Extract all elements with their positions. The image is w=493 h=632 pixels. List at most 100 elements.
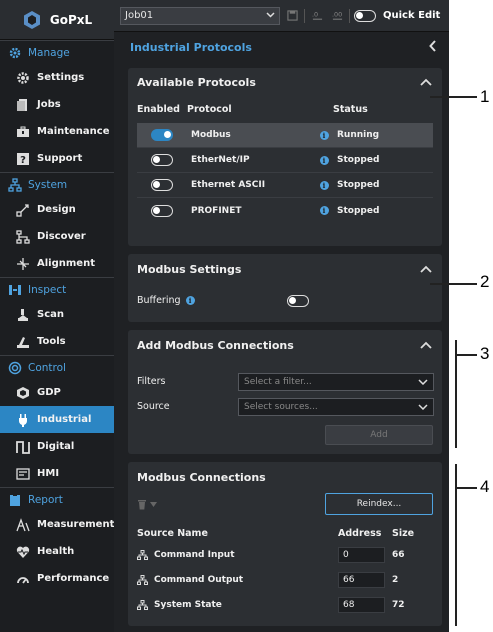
sidebar-item-label: Measurements [37, 519, 121, 530]
hmi-screen-icon [16, 467, 30, 481]
address-input[interactable]: 66 [338, 571, 385, 588]
add-connections-header[interactable]: Add Modbus Connections [128, 330, 442, 360]
info-icon[interactable]: i [319, 130, 329, 140]
industrial-plug-icon [16, 413, 30, 427]
decimal-decrease-icon[interactable]: .0 [309, 8, 325, 24]
source-placeholder: Select sources... [244, 401, 318, 412]
section-control[interactable]: Control [0, 355, 114, 379]
job-select-value: Job01 [125, 10, 154, 21]
sidebar-item-design[interactable]: Design [0, 196, 114, 223]
sidebar-item-label: Settings [37, 72, 85, 83]
table-row[interactable]: Command Output 66 2 [128, 567, 442, 592]
filters-label: Filters [137, 376, 166, 387]
address-input[interactable]: 0 [338, 546, 385, 563]
sidebar-item-measurements[interactable]: Measurements [0, 511, 120, 538]
save-icon[interactable] [284, 8, 300, 24]
enable-toggle[interactable] [151, 154, 173, 166]
toolbar-divider [304, 8, 305, 23]
table-row[interactable]: System State 68 72 [128, 592, 442, 617]
sidebar-item-settings[interactable]: Settings [0, 64, 114, 91]
sidebar-item-scan[interactable]: Scan [0, 301, 114, 328]
protocols-table-header: Enabled Protocol Status [128, 96, 442, 123]
collapse-panel-icon[interactable] [429, 39, 437, 55]
add-button[interactable]: Add [325, 425, 433, 445]
modbus-settings-header[interactable]: Modbus Settings [128, 254, 442, 284]
sidebar-item-industrial[interactable]: Industrial [0, 406, 114, 433]
sidebar-item-label: Design [37, 204, 76, 215]
table-row[interactable]: Modbus i Running [137, 123, 433, 148]
sidebar-item-discover[interactable]: Discover [0, 223, 114, 250]
info-icon[interactable]: i [319, 206, 329, 215]
chevron-up-icon[interactable] [420, 78, 432, 86]
sidebar-item-maintenance[interactable]: Maintenance [0, 118, 114, 145]
info-icon[interactable]: i [319, 155, 329, 165]
app-title: GoPxL [49, 12, 93, 27]
col-enabled: Enabled [137, 104, 180, 115]
health-heart-icon [16, 545, 30, 559]
available-protocols-header[interactable]: Available Protocols [128, 68, 442, 96]
jobs-document-icon [16, 98, 30, 112]
table-row[interactable]: Ethernet ASCII i Stopped [137, 173, 433, 198]
support-help-icon: ? [16, 152, 30, 166]
enable-toggle[interactable] [151, 129, 173, 141]
chevron-up-icon[interactable] [420, 265, 432, 273]
callout-1: 1 [480, 87, 490, 106]
address-input[interactable]: 68 [338, 596, 385, 613]
sidebar-item-performance[interactable]: Performance [0, 565, 114, 592]
size-value: 72 [392, 599, 405, 610]
chevron-up-icon[interactable] [420, 341, 432, 349]
modbus-settings-card: Modbus Settings Buffering i [128, 254, 442, 322]
card-title: Add Modbus Connections [137, 338, 294, 352]
delete-dropdown[interactable] [137, 499, 157, 510]
sidebar-item-label: Alignment [37, 258, 95, 269]
svg-text:.0: .0 [312, 10, 318, 18]
filters-select[interactable]: Select a filter... [238, 372, 434, 391]
sidebar-item-label: HMI [37, 468, 60, 479]
info-icon[interactable]: i [185, 296, 195, 305]
section-system[interactable]: System [0, 172, 114, 196]
system-network-icon [8, 177, 22, 192]
alignment-icon [16, 257, 30, 271]
source-select[interactable]: Select sources... [238, 397, 434, 416]
quick-edit-toggle[interactable] [354, 9, 376, 22]
sidebar: GoPxL Manage Settings Jobs Maintenance ?… [0, 0, 120, 632]
app-logo[interactable]: GoPxL [0, 0, 114, 40]
job-select[interactable]: Job01 [120, 6, 280, 25]
protocol-name: Modbus [191, 130, 231, 140]
tools-icon [16, 335, 30, 349]
connections-table-header: Source Name Address Size [128, 524, 442, 542]
enable-toggle[interactable] [151, 179, 173, 191]
size-value: 2 [392, 574, 399, 585]
sidebar-item-digital[interactable]: Digital [0, 433, 114, 460]
sidebar-item-hmi[interactable]: HMI [0, 460, 114, 487]
info-icon[interactable]: i [319, 180, 329, 190]
callout-3: 3 [480, 344, 490, 363]
table-row[interactable]: Command Input 0 66 [128, 542, 442, 567]
sidebar-item-label: Industrial [37, 414, 92, 425]
section-manage[interactable]: Manage [0, 40, 114, 64]
col-size: Size [392, 527, 415, 539]
source-label: Source [137, 401, 170, 412]
section-inspect[interactable]: Inspect [0, 277, 114, 301]
sidebar-item-health[interactable]: Health [0, 538, 114, 565]
sidebar-item-support[interactable]: ? Support [0, 145, 114, 172]
decimal-increase-icon[interactable]: .00 [329, 8, 345, 24]
network-node-icon [137, 574, 148, 585]
table-row[interactable]: PROFINET i Stopped [137, 198, 433, 223]
protocol-name: EtherNet/IP [191, 155, 250, 165]
network-node-icon [137, 599, 148, 610]
panel-header: Industrial Protocols [114, 32, 449, 62]
buffering-toggle[interactable] [287, 294, 309, 307]
sidebar-item-jobs[interactable]: Jobs [0, 91, 114, 118]
callout-line-1 [430, 96, 477, 98]
sidebar-item-tools[interactable]: Tools [0, 328, 114, 355]
section-report[interactable]: Report [0, 487, 114, 511]
sidebar-item-alignment[interactable]: Alignment [0, 250, 114, 277]
sidebar-item-gdp[interactable]: GDP [0, 379, 114, 406]
table-row[interactable]: EtherNet/IP i Stopped [137, 148, 433, 173]
maintenance-toolbox-icon [16, 125, 30, 139]
reindex-button[interactable]: Reindex... [325, 493, 433, 515]
enable-toggle[interactable] [151, 204, 173, 217]
trash-icon [138, 499, 146, 509]
sidebar-item-label: Health [37, 546, 75, 557]
